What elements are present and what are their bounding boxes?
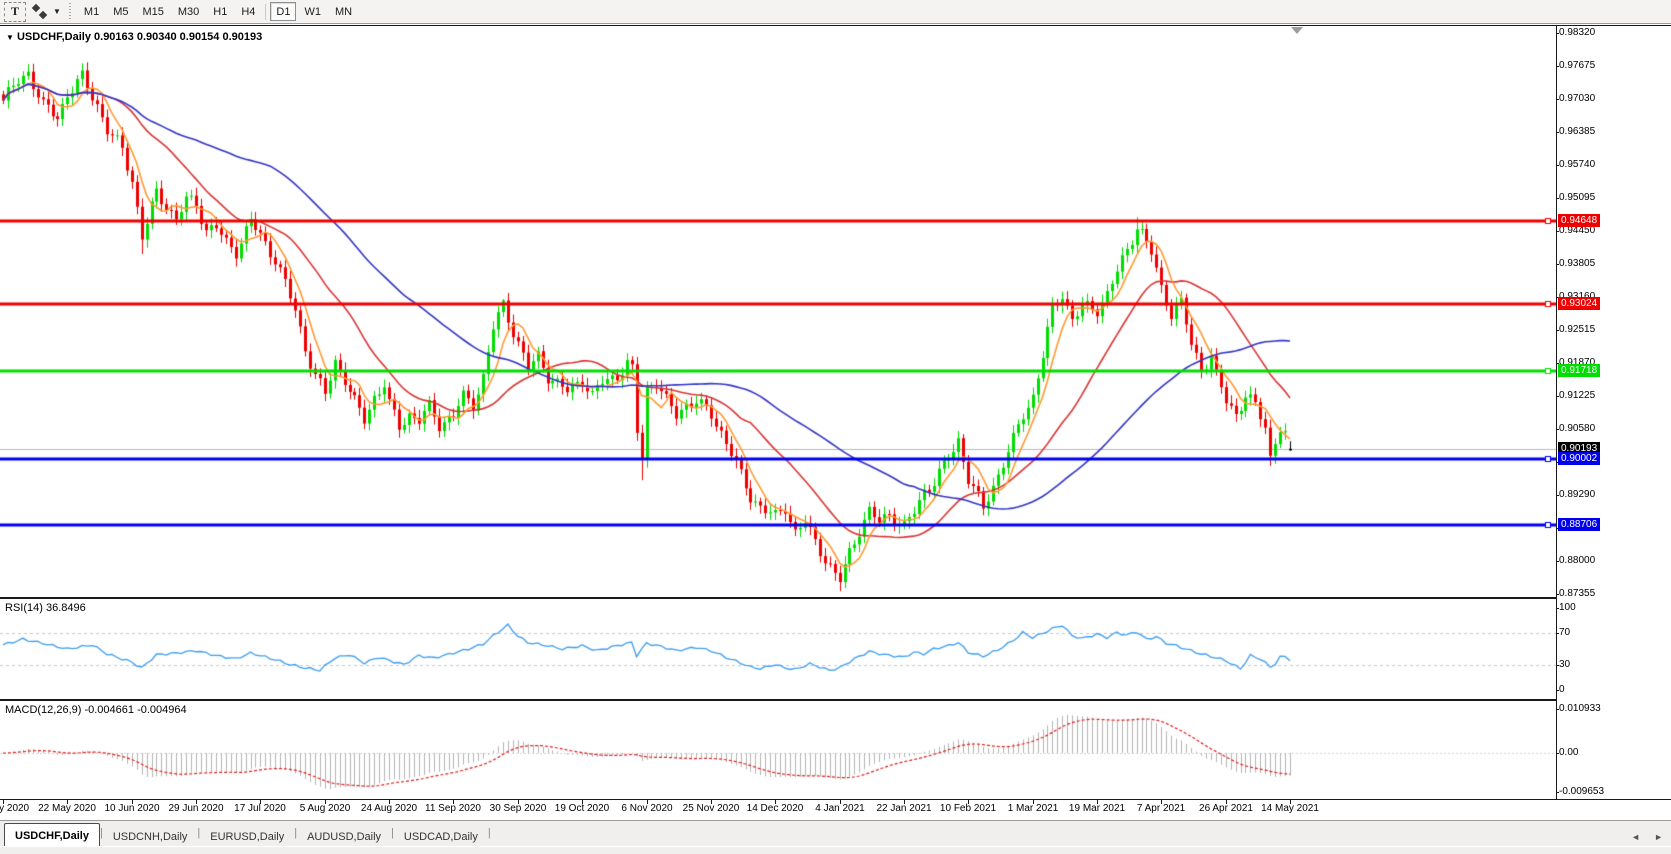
price-axis-tick: 0.97030 xyxy=(1559,93,1595,104)
price-axis-tick: 0.91225 xyxy=(1559,390,1595,401)
date-axis-label: 14 Dec 2020 xyxy=(747,803,804,814)
date-axis-label: 1 Mar 2021 xyxy=(1008,803,1059,814)
timeframe-button-m1[interactable]: M1 xyxy=(78,2,105,21)
price-axis-tick: 0.95095 xyxy=(1559,192,1595,203)
timeframe-button-d1[interactable]: D1 xyxy=(270,2,296,21)
chart-title-caret-icon: ▼ xyxy=(6,33,14,42)
date-axis-label: 10 Feb 2021 xyxy=(940,803,996,814)
date-axis-label: 30 Sep 2020 xyxy=(490,803,547,814)
date-axis-label: 19 Mar 2021 xyxy=(1069,803,1125,814)
chart-ohlc-values: 0.90163 0.90340 0.90154 0.90193 xyxy=(94,31,262,43)
rsi-indicator-canvas[interactable] xyxy=(0,599,1556,699)
timeframe-button-h4[interactable]: H4 xyxy=(235,2,261,21)
macd-axis[interactable]: 0.010933 0.00 -0.009653 xyxy=(1557,701,1671,799)
timeframe-button-m30[interactable]: M30 xyxy=(172,2,205,21)
toolbar-grip-separator xyxy=(68,3,73,21)
arrange-objects-icon[interactable] xyxy=(30,3,50,21)
price-axis[interactable]: 0.98320 0.97675 0.97030 0.96385 0.95740 0.950… xyxy=(1557,27,1671,599)
rsi-label: RSI(14) 36.8496 xyxy=(5,602,86,614)
date-axis-label: 22 Jan 2021 xyxy=(876,803,931,814)
date-axis-label: 4 Jan 2021 xyxy=(815,803,865,814)
macd-axis-tick: 0.00 xyxy=(1559,747,1578,758)
chart-shift-marker-icon xyxy=(1291,27,1303,34)
date-axis-label: 6 Nov 2020 xyxy=(621,803,672,814)
diamond-arrows-icon xyxy=(32,4,48,20)
macd-axis-tick: 0.010933 xyxy=(1559,703,1601,714)
timeframe-button-m15[interactable]: M15 xyxy=(136,2,169,21)
text-label-tool-icon[interactable]: T xyxy=(4,2,26,22)
price-axis-tick: 0.88000 xyxy=(1559,555,1595,566)
price-axis-tick: 0.87355 xyxy=(1559,588,1595,599)
date-axis[interactable]: 4 May 2020 22 May 2020 10 Jun 2020 29 Jun 2… xyxy=(0,800,1671,819)
chart-tab-usdcad[interactable]: USDCAD,Daily xyxy=(394,826,488,847)
chart-tab-audusd[interactable]: AUDUSD,Daily xyxy=(297,826,391,847)
timeframe-button-mn[interactable]: MN xyxy=(329,2,358,21)
macd-indicator-canvas[interactable] xyxy=(0,701,1556,799)
rsi-panel: RSI(14) 36.8496 xyxy=(0,599,1556,699)
macd-panel: MACD(12,26,9) -0.004661 -0.004964 xyxy=(0,701,1556,799)
chart-title: ▼ USDCHF,Daily 0.90163 0.90340 0.90154 0… xyxy=(6,31,262,43)
chart-tab-eurusd[interactable]: EURUSD,Daily xyxy=(200,826,294,847)
hline-price-label: 0.90002 xyxy=(1558,452,1600,465)
rsi-axis[interactable]: 100 70 30 0 xyxy=(1557,599,1671,699)
toolbar-separator xyxy=(265,4,266,20)
price-axis-tick: 0.89290 xyxy=(1559,489,1595,500)
price-axis-tick: 0.97675 xyxy=(1559,60,1595,71)
timeframe-button-w1[interactable]: W1 xyxy=(298,2,327,21)
chart-tab-bar: USDCHF,Daily|USDCNH,Daily|EURUSD,Daily|A… xyxy=(0,820,1671,847)
rsi-axis-tick: 0 xyxy=(1559,684,1565,695)
date-axis-label: 5 Aug 2020 xyxy=(300,803,351,814)
price-axis-tick: 0.98320 xyxy=(1559,27,1595,38)
date-axis-label: 22 May 2020 xyxy=(38,803,96,814)
hline-price-label: 0.88706 xyxy=(1558,518,1600,531)
price-chart-canvas[interactable] xyxy=(0,27,1556,597)
price-axis-tick: 0.93805 xyxy=(1559,258,1595,269)
macd-label: MACD(12,26,9) -0.004661 -0.004964 xyxy=(5,704,187,716)
date-axis-label: 14 May 2021 xyxy=(1261,803,1319,814)
tab-separator: | xyxy=(488,827,491,841)
timeframe-button-m5[interactable]: M5 xyxy=(107,2,134,21)
hline-price-label: 0.94648 xyxy=(1558,214,1600,227)
tab-scroll-left-icon[interactable]: ◄ xyxy=(1631,832,1640,842)
date-axis-label: 19 Oct 2020 xyxy=(555,803,609,814)
hline-price-label: 0.91718 xyxy=(1558,364,1600,377)
date-axis-label: 17 Jul 2020 xyxy=(234,803,286,814)
price-axis-tick: 0.95740 xyxy=(1559,159,1595,170)
date-axis-label: 10 Jun 2020 xyxy=(104,803,159,814)
date-axis-label: 29 Jun 2020 xyxy=(168,803,223,814)
rsi-axis-tick: 70 xyxy=(1559,627,1570,638)
main-chart-panel: ▼ USDCHF,Daily 0.90163 0.90340 0.90154 0… xyxy=(0,27,1556,597)
date-axis-label: 7 Apr 2021 xyxy=(1137,803,1185,814)
chart-tab-usdcnh[interactable]: USDCNH,Daily xyxy=(103,826,198,847)
timeframe-button-h1[interactable]: H1 xyxy=(207,2,233,21)
chart-tab-usdchf[interactable]: USDCHF,Daily xyxy=(4,823,100,847)
date-axis-label: 4 May 2020 xyxy=(0,803,29,814)
price-axis-tick: 0.96385 xyxy=(1559,126,1595,137)
rsi-axis-tick: 30 xyxy=(1559,659,1570,670)
chart-frame-top-border xyxy=(0,25,1671,26)
chart-symbol-label: USDCHF,Daily xyxy=(17,31,91,43)
macd-axis-tick: -0.009653 xyxy=(1559,786,1604,797)
price-axis-tick: 0.90580 xyxy=(1559,423,1595,434)
toolbar-dropdown-caret-icon[interactable]: ▼ xyxy=(53,7,61,16)
date-axis-label: 25 Nov 2020 xyxy=(683,803,740,814)
price-axis-tick: 0.92515 xyxy=(1559,324,1595,335)
date-axis-label: 26 Apr 2021 xyxy=(1199,803,1253,814)
rsi-axis-tick: 100 xyxy=(1559,602,1576,613)
top-toolbar: T ▼ M1M5M15M30H1H4 D1W1MN xyxy=(0,0,1671,24)
date-axis-label: 11 Sep 2020 xyxy=(425,803,481,814)
date-axis-label: 24 Aug 2020 xyxy=(361,803,417,814)
hline-price-label: 0.93024 xyxy=(1558,297,1600,310)
tab-scroll-right-icon[interactable]: ► xyxy=(1654,832,1663,842)
